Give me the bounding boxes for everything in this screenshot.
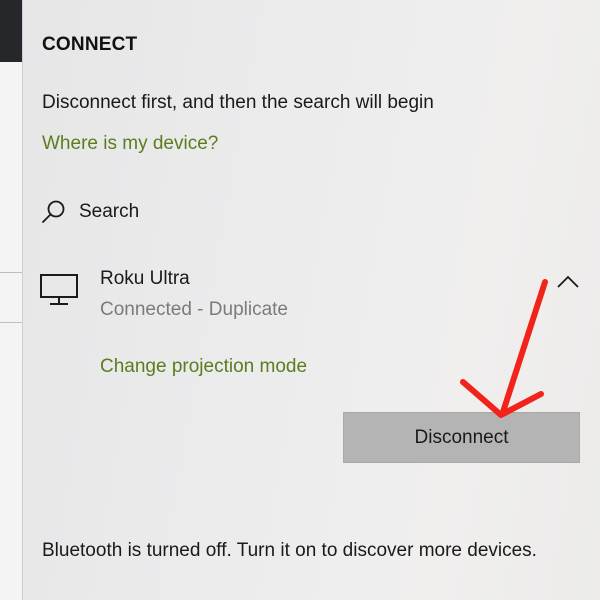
panel-title: CONNECT [42,34,138,55]
background-window-titlebar [0,0,22,62]
disconnect-hint: Disconnect first, and then the search wi… [42,92,434,113]
search-icon [42,200,65,223]
background-window [0,0,23,600]
disconnect-button[interactable]: Disconnect [343,412,580,463]
background-divider [0,272,22,273]
change-projection-mode-link[interactable]: Change projection mode [100,356,307,378]
monitor-icon [40,274,78,305]
background-divider [0,322,22,323]
where-is-my-device-link[interactable]: Where is my device? [42,133,218,155]
chevron-up-icon[interactable] [555,272,581,292]
search-button[interactable]: Search [40,197,139,227]
search-label: Search [79,201,140,222]
bluetooth-status-text: Bluetooth is turned off. Turn it on to d… [42,540,537,561]
connect-panel: CONNECT Disconnect first, and then the s… [23,0,600,600]
device-item-roku-ultra[interactable]: Roku Ultra Connected - Duplicate [37,262,587,332]
device-status: Connected - Duplicate [100,299,288,320]
device-name: Roku Ultra [100,268,190,289]
